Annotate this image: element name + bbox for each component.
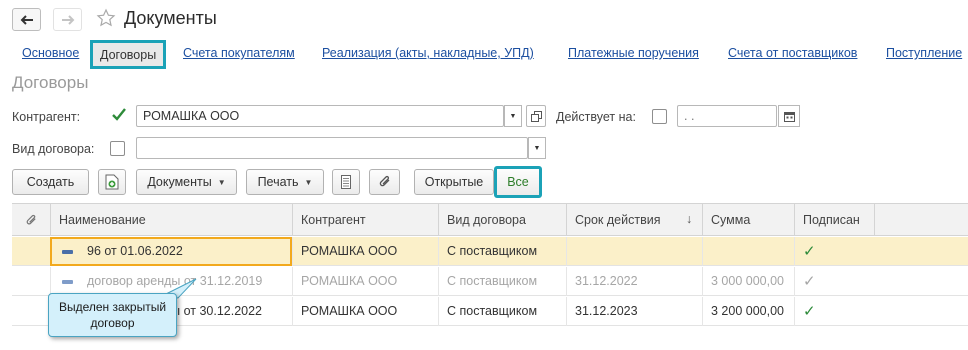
- column-signed[interactable]: Подписан: [794, 204, 874, 236]
- column-name[interactable]: Наименование: [50, 204, 292, 236]
- star-icon[interactable]: [96, 8, 116, 31]
- section-title: Договоры: [12, 73, 89, 92]
- open-window-icon: [530, 110, 542, 122]
- paperclip-icon: [26, 214, 36, 224]
- all-filter-button[interactable]: Все: [494, 166, 542, 198]
- counterparty-open-button[interactable]: [526, 105, 546, 127]
- tab-sales[interactable]: Реализация (акты, накладные, УПД): [322, 46, 534, 60]
- forward-button[interactable]: [53, 8, 82, 31]
- list-icon: [341, 175, 351, 189]
- add-document-icon: [105, 174, 119, 190]
- checkmark-icon: [112, 108, 126, 121]
- back-arrow-icon: [20, 14, 33, 25]
- counterparty-label: Контрагент:: [12, 110, 81, 124]
- cell-name-text: 96 от 01.06.2022: [87, 244, 183, 258]
- tab-supplier-invoices[interactable]: Счета от поставщиков: [728, 46, 857, 60]
- cell-counterparty: РОМАШКА ООО: [292, 267, 438, 296]
- table-header: Наименование Контрагент Вид договора Сро…: [12, 204, 968, 236]
- annotation-callout: Выделен закрытый договор: [48, 293, 177, 337]
- chevron-down-icon: ▼: [217, 177, 226, 187]
- attachments-button[interactable]: [369, 169, 400, 195]
- calendar-button[interactable]: [778, 105, 800, 127]
- cell-contract-type: С поставщиком: [438, 267, 566, 296]
- table-row[interactable]: 96 от 01.06.2022 РОМАШКА ООО С поставщик…: [12, 237, 968, 266]
- chevron-down-icon: ▼: [533, 144, 541, 152]
- paperclip-icon: [379, 175, 389, 187]
- cell-sum: 3 000 000,00: [702, 267, 794, 296]
- contract-type-checkbox[interactable]: [110, 141, 125, 156]
- contract-type-label: Вид договора:: [12, 142, 95, 156]
- cell-counterparty: РОМАШКА ООО: [292, 297, 438, 326]
- tab-payment-orders[interactable]: Платежные поручения: [568, 46, 699, 60]
- print-button[interactable]: Печать ▼: [246, 169, 324, 195]
- print-label: Печать: [257, 175, 299, 189]
- tab-contracts[interactable]: Договоры: [90, 40, 167, 69]
- documents-label: Документы: [147, 175, 212, 189]
- valid-on-label: Действует на:: [556, 110, 636, 124]
- column-term[interactable]: Срок действия ↓: [566, 204, 702, 236]
- cell-sum: 3 200 000,00: [702, 297, 794, 326]
- calendar-icon: [783, 111, 795, 122]
- tab-main[interactable]: Основное: [22, 46, 79, 60]
- page-title: Документы: [124, 8, 217, 28]
- callout-line-1: Выделен закрытый: [58, 300, 167, 314]
- signed-check-icon: ✓: [794, 267, 874, 296]
- column-counterparty[interactable]: Контрагент: [292, 204, 438, 236]
- contract-type-field[interactable]: [136, 137, 528, 159]
- forward-arrow-icon: [61, 14, 74, 25]
- cell-term: [566, 237, 702, 266]
- attachment-column-header[interactable]: [12, 204, 50, 236]
- valid-on-date-field[interactable]: . .: [677, 105, 777, 127]
- tab-receipts[interactable]: Поступление: [886, 46, 962, 60]
- open-filter-button[interactable]: Открытые: [414, 169, 494, 195]
- create-label: Создать: [26, 175, 75, 189]
- cell-term: 31.12.2022: [566, 267, 702, 296]
- all-filter-label: Все: [507, 175, 529, 189]
- table-row[interactable]: договор аренды от 31.12.2019 РОМАШКА ООО…: [12, 267, 968, 296]
- column-term-label: Срок действия: [575, 213, 661, 227]
- contract-icon: [62, 279, 73, 284]
- contract-icon: [62, 249, 73, 254]
- column-contract-type[interactable]: Вид договора: [438, 204, 566, 236]
- callout-line-2: договор: [90, 316, 135, 330]
- list-settings-button[interactable]: [332, 169, 360, 195]
- cell-counterparty: РОМАШКА ООО: [292, 237, 438, 266]
- section-tabs: Основное Договоры Счета покупателям Реал…: [0, 40, 968, 69]
- signed-check-icon: ✓: [794, 237, 874, 266]
- counterparty-field[interactable]: РОМАШКА ООО: [136, 105, 504, 127]
- signed-check-icon: ✓: [794, 297, 874, 326]
- contract-type-dropdown-button[interactable]: ▼: [528, 137, 546, 159]
- sort-down-icon: ↓: [686, 212, 693, 226]
- counterparty-dropdown-button[interactable]: ▼: [504, 105, 522, 127]
- column-filler: [874, 204, 968, 236]
- create-based-on-button[interactable]: [98, 169, 126, 195]
- create-button[interactable]: Создать: [12, 169, 89, 195]
- counterparty-checkbox[interactable]: [110, 106, 128, 124]
- open-filter-label: Открытые: [424, 175, 484, 189]
- cell-contract-type: С поставщиком: [438, 297, 566, 326]
- cell-term: 31.12.2023: [566, 297, 702, 326]
- chevron-down-icon: ▼: [509, 112, 517, 120]
- cell-name[interactable]: 96 от 01.06.2022: [50, 237, 292, 266]
- valid-on-checkbox[interactable]: [652, 109, 667, 124]
- documents-button[interactable]: Документы ▼: [136, 169, 237, 195]
- column-sum[interactable]: Сумма: [702, 204, 794, 236]
- back-button[interactable]: [12, 8, 41, 31]
- tab-customer-invoices[interactable]: Счета покупателям: [183, 46, 295, 60]
- cell-contract-type: С поставщиком: [438, 237, 566, 266]
- chevron-down-icon: ▼: [304, 177, 313, 187]
- cell-sum: [702, 237, 794, 266]
